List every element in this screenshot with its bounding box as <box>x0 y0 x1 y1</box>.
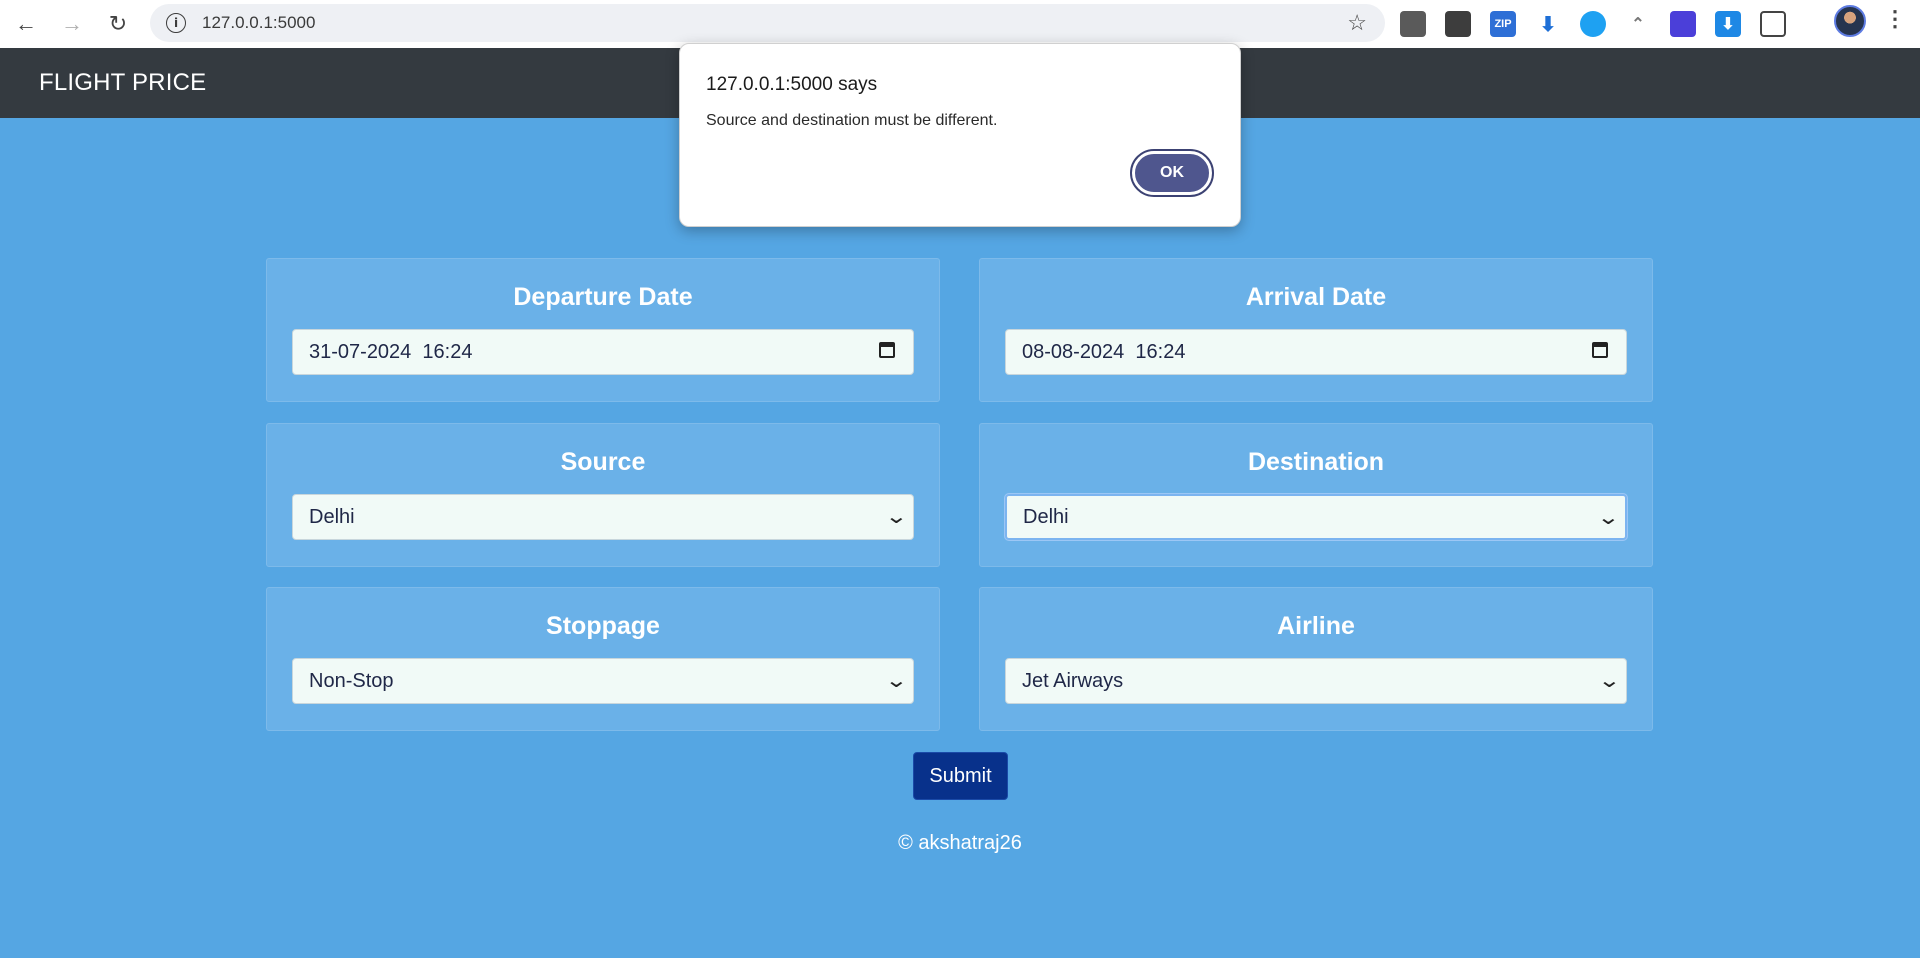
calendar-icon[interactable] <box>879 342 895 358</box>
calendar-icon[interactable] <box>1592 342 1608 358</box>
source-select[interactable]: Delhi ⌄ <box>292 494 914 540</box>
puzzle-extension-icon[interactable] <box>1760 11 1786 37</box>
airline-select[interactable]: Jet Airways ⌄ <box>1005 658 1627 704</box>
departure-date-value: 31-07-2024 16:24 <box>309 340 473 363</box>
destination-value: Delhi <box>1023 505 1069 528</box>
download-box-extension-icon[interactable] <box>1445 11 1471 37</box>
departure-date-input[interactable]: 31-07-2024 16:24 <box>292 329 914 375</box>
arrival-date-input[interactable]: 08-08-2024 16:24 <box>1005 329 1627 375</box>
chevron-down-icon: ⌄ <box>1596 507 1621 529</box>
save-extension-icon[interactable]: ⬇ <box>1715 11 1741 37</box>
address-bar[interactable]: i 127.0.0.1:5000 ☆ <box>150 4 1385 42</box>
chevron-down-icon: ⌄ <box>1597 670 1622 692</box>
stoppage-value: Non-Stop <box>309 669 394 692</box>
brand-title[interactable]: FLIGHT PRICE <box>39 69 206 97</box>
bird-extension-icon[interactable] <box>1580 11 1606 37</box>
footer-copyright: © akshatraj26 <box>898 832 1022 854</box>
arrival-date-value: 08-08-2024 16:24 <box>1022 340 1186 363</box>
departure-date-card: Departure Date 31-07-2024 16:24 <box>266 258 940 402</box>
airline-value: Jet Airways <box>1022 669 1124 692</box>
dialog-message: Source and destination must be different… <box>706 112 998 129</box>
airline-card: Airline Jet Airways ⌄ <box>979 587 1653 731</box>
chevron-down-icon: ⌄ <box>884 670 909 692</box>
destination-label: Destination <box>1247 448 1385 476</box>
ok-button[interactable]: OK <box>1130 149 1214 197</box>
extensions-tray: ZIP ⬇ ⌃ ⬇ <box>1400 5 1805 43</box>
crow-extension-icon[interactable]: ⌃ <box>1625 11 1651 37</box>
reload-icon[interactable]: ↻ <box>98 4 138 44</box>
stoppage-select[interactable]: Non-Stop ⌄ <box>292 658 914 704</box>
browser-menu-icon[interactable]: ⋮ <box>1884 6 1906 32</box>
airline-label: Airline <box>1277 612 1355 640</box>
chevron-down-icon: ⌄ <box>884 506 909 528</box>
address-url[interactable]: 127.0.0.1:5000 <box>202 13 315 33</box>
destination-card: Destination Delhi ⌄ <box>979 423 1653 567</box>
arrival-date-label: Arrival Date <box>1245 283 1387 311</box>
departure-date-label: Departure Date <box>513 283 693 311</box>
bookmark-star-icon[interactable]: ☆ <box>1347 10 1367 36</box>
site-info-icon[interactable]: i <box>166 13 186 33</box>
profile-avatar[interactable] <box>1834 5 1866 37</box>
robot-extension-icon[interactable] <box>1400 11 1426 37</box>
stoppage-card: Stoppage Non-Stop ⌄ <box>266 587 940 731</box>
destination-select[interactable]: Delhi ⌄ <box>1005 494 1627 540</box>
submit-button[interactable]: Submit <box>913 752 1008 800</box>
back-arrow-icon[interactable]: ← <box>6 4 46 44</box>
download-arrow-extension-icon[interactable]: ⬇ <box>1535 11 1561 37</box>
forward-arrow-icon[interactable]: → <box>52 4 92 44</box>
browser-toolbar: ← → ↻ i 127.0.0.1:5000 ☆ ZIP ⬇ ⌃ ⬇ ⋮ <box>0 0 1920 49</box>
alert-dialog: 127.0.0.1:5000 says Source and destinati… <box>679 43 1241 227</box>
zip-extension-icon[interactable]: ZIP <box>1490 11 1516 37</box>
arrival-date-card: Arrival Date 08-08-2024 16:24 <box>979 258 1653 402</box>
flag-extension-icon[interactable] <box>1670 11 1696 37</box>
dialog-title: 127.0.0.1:5000 says <box>706 74 878 95</box>
source-label: Source <box>560 448 646 476</box>
stoppage-label: Stoppage <box>546 612 660 640</box>
source-card: Source Delhi ⌄ <box>266 423 940 567</box>
source-value: Delhi <box>309 505 355 528</box>
